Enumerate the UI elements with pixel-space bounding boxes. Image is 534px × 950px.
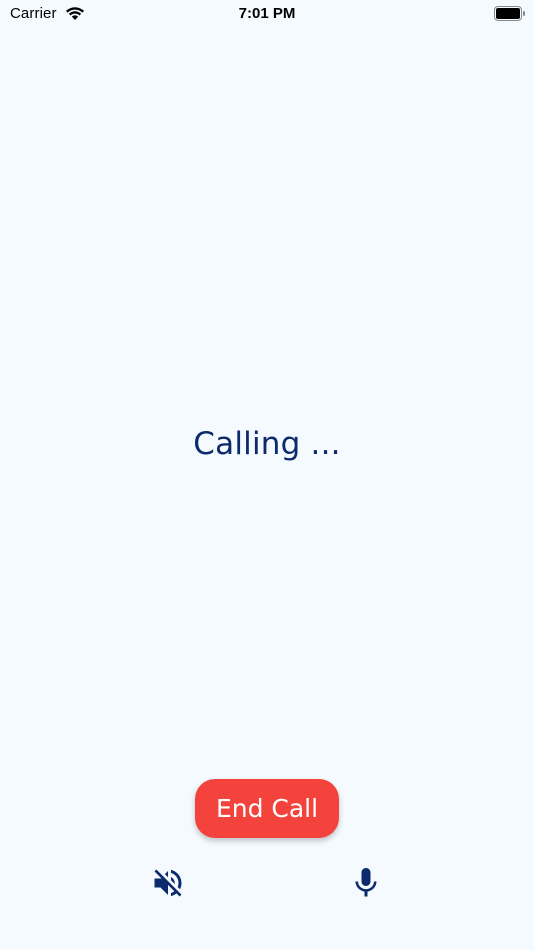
battery-icon [494,6,526,21]
microphone-icon [348,864,384,907]
call-status-text: Calling ... [193,426,341,462]
status-bar: Carrier 7:01 PM [0,0,534,28]
clock-time: 7:01 PM [238,5,296,22]
speaker-toggle-button[interactable] [149,865,187,905]
speaker-muted-icon [150,865,186,906]
microphone-toggle-button[interactable] [347,865,385,905]
end-call-button[interactable]: End Call [195,779,339,838]
